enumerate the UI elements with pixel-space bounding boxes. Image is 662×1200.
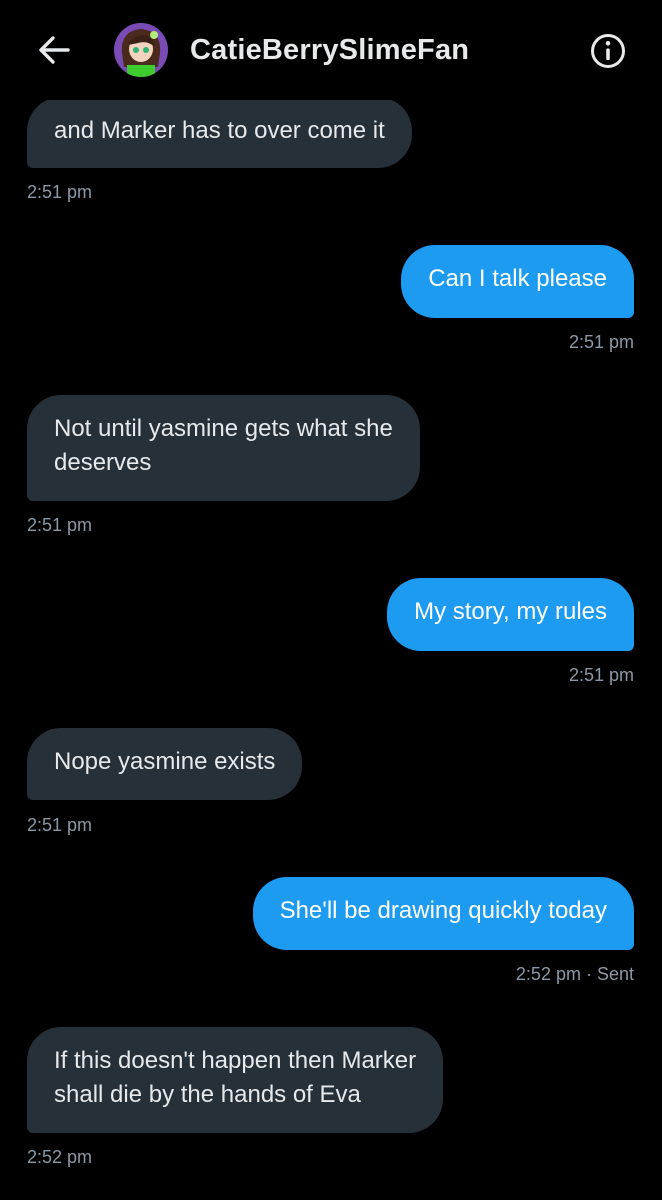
message-timestamp: 2:51 pm bbox=[27, 182, 93, 202]
conversation-title[interactable]: CatieBerrySlimeFan bbox=[190, 34, 469, 67]
message-text: and Marker has to over come it bbox=[54, 117, 385, 144]
message-bubble-outgoing[interactable]: She'll be drawing quickly today bbox=[252, 877, 634, 950]
message-text: Nope yasmine exists bbox=[54, 748, 276, 775]
conversation-header: CatieBerrySlimeFan bbox=[0, 0, 662, 100]
info-button[interactable] bbox=[589, 32, 627, 70]
message-timestamp: 2:52 pm · Sent bbox=[515, 964, 634, 984]
info-icon bbox=[591, 34, 625, 68]
message-text: shall die by the hands of Eva bbox=[54, 1081, 361, 1108]
message-bubble-incoming[interactable]: and Marker has to over come it bbox=[27, 97, 412, 168]
message-timestamp: 2:51 pm bbox=[568, 332, 634, 352]
message-text: She'll be drawing quickly today bbox=[279, 897, 607, 924]
message-text: If this doesn't happen then Marker bbox=[54, 1047, 417, 1074]
back-button[interactable] bbox=[34, 30, 74, 70]
message-text: deserves bbox=[54, 449, 152, 476]
message-timestamp: 2:51 pm bbox=[27, 815, 93, 835]
message-bubble-outgoing[interactable]: Can I talk please bbox=[401, 245, 634, 318]
avatar[interactable] bbox=[114, 23, 168, 77]
message-bubble-incoming[interactable]: If this doesn't happen then Marker shall… bbox=[27, 1027, 444, 1133]
message-bubble-incoming[interactable]: Not until yasmine gets what she deserves bbox=[27, 395, 420, 501]
arrow-left-icon bbox=[39, 36, 70, 64]
message-text: My story, my rules bbox=[414, 598, 607, 625]
message-timestamp: 2:51 pm bbox=[27, 515, 93, 535]
message-text: Can I talk please bbox=[428, 265, 607, 292]
message-text: Not until yasmine gets what she bbox=[54, 415, 393, 442]
message-bubble-outgoing[interactable]: My story, my rules bbox=[387, 578, 634, 651]
message-timestamp: 2:51 pm bbox=[568, 665, 634, 685]
avatar-image bbox=[114, 23, 168, 77]
message-bubble-incoming[interactable]: Nope yasmine exists bbox=[27, 728, 303, 800]
message-timestamp: 2:52 pm bbox=[27, 1147, 93, 1167]
